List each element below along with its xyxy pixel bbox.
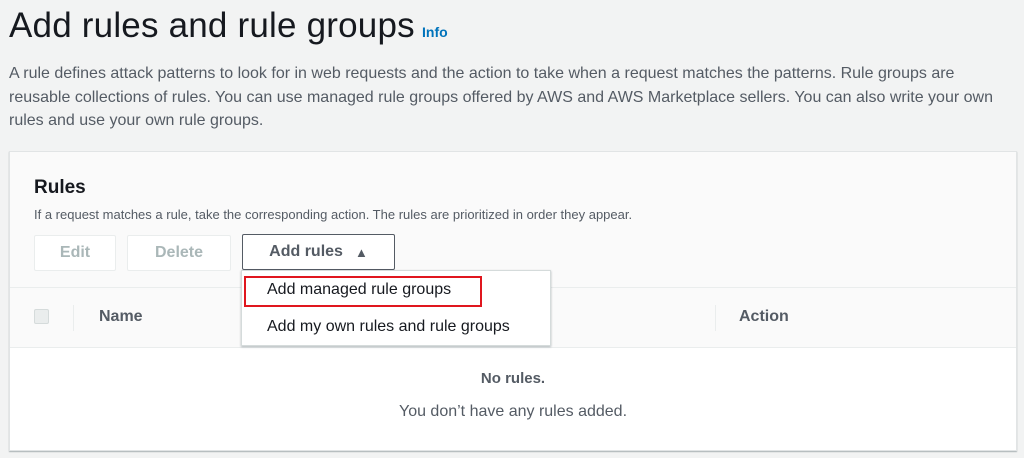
- rules-title: Rules: [34, 177, 86, 198]
- add-rules-dropdown: Add managed rule groups Add my own rules…: [241, 270, 551, 346]
- page-description: A rule defines attack patterns to look f…: [9, 65, 993, 129]
- column-header-name[interactable]: Name: [99, 308, 143, 326]
- column-header-action[interactable]: Action: [739, 308, 789, 326]
- rules-subtitle: If a request matches a rule, take the co…: [34, 207, 633, 222]
- menu-item-add-own-rules[interactable]: Add my own rules and rule groups: [242, 308, 550, 346]
- empty-state-title: No rules.: [480, 370, 546, 387]
- add-rules-button[interactable]: Add rules ▲: [242, 234, 395, 270]
- info-link[interactable]: Info: [422, 24, 448, 40]
- delete-button[interactable]: Delete: [127, 235, 231, 271]
- column-divider: [715, 305, 716, 331]
- add-rules-label: Add rules: [269, 243, 343, 260]
- column-divider: [73, 305, 74, 331]
- edit-button[interactable]: Edit: [34, 235, 116, 271]
- rules-panel-header: Rules If a request matches a rule, take …: [10, 152, 1016, 288]
- select-all-checkbox[interactable]: [34, 309, 49, 324]
- menu-item-add-managed-rule-groups[interactable]: Add managed rule groups: [242, 271, 550, 309]
- caret-up-icon: ▲: [354, 244, 368, 260]
- page-title: Add rules and rule groups: [9, 6, 415, 45]
- empty-state-description: You don’t have any rules added.: [398, 403, 628, 420]
